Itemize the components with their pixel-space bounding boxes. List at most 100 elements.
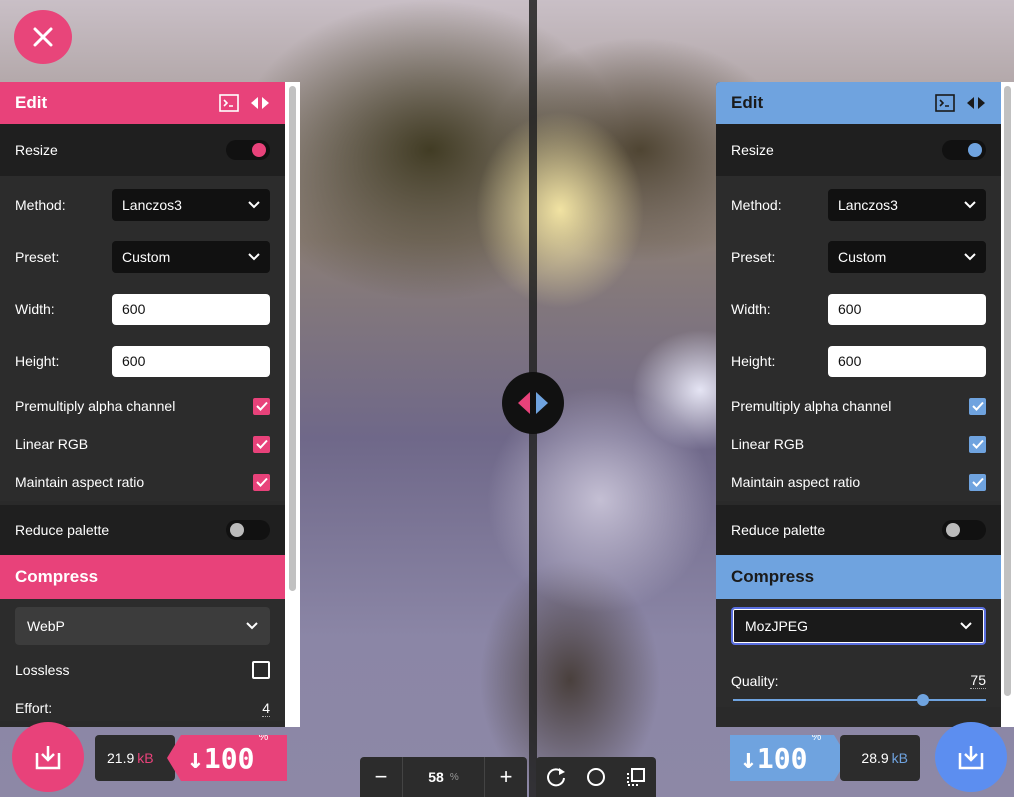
resize-label: Resize bbox=[15, 142, 58, 158]
aspect-checkbox[interactable] bbox=[253, 473, 270, 491]
toggle-knob bbox=[946, 523, 960, 537]
codec-value: WebP bbox=[27, 618, 65, 634]
reduce-palette-label: Reduce palette bbox=[15, 522, 110, 538]
aspect-checkbox[interactable] bbox=[969, 473, 986, 491]
checkmark-icon bbox=[971, 439, 984, 449]
toggle-knob bbox=[968, 143, 982, 157]
swap-arrows-icon bbox=[518, 392, 548, 414]
resize-row: Resize bbox=[0, 124, 285, 176]
download-left-button[interactable] bbox=[12, 722, 84, 792]
right-panel-scrollbar[interactable] bbox=[1001, 82, 1014, 727]
width-input[interactable]: 600 bbox=[112, 293, 270, 325]
terminal-icon[interactable] bbox=[219, 94, 239, 112]
right-percent-value: ↓100 bbox=[740, 741, 808, 775]
chevron-down-icon bbox=[248, 253, 260, 261]
left-options-panel: Edit Resize Method: Lanczos3 Preset: Cus… bbox=[0, 82, 285, 727]
chevron-down-icon bbox=[964, 201, 976, 209]
resize-toggle[interactable] bbox=[942, 140, 986, 160]
preset-value: Custom bbox=[838, 249, 887, 265]
height-row: Height: 600 bbox=[0, 335, 285, 387]
lossless-checkbox[interactable] bbox=[252, 661, 270, 679]
width-input[interactable]: 600 bbox=[828, 293, 986, 325]
width-row: Width: 600 bbox=[0, 283, 285, 335]
slider-thumb[interactable] bbox=[916, 694, 929, 706]
preset-select[interactable]: Custom bbox=[828, 241, 986, 273]
height-input[interactable]: 600 bbox=[828, 345, 986, 377]
zoom-value: 58 bbox=[428, 769, 444, 785]
method-select[interactable]: Lanczos3 bbox=[112, 189, 270, 221]
right-size-unit: kB bbox=[891, 750, 908, 766]
terminal-icon[interactable] bbox=[935, 94, 955, 112]
compress-options: MozJPEG Quality: 75 bbox=[716, 599, 1001, 707]
compress-header: Compress bbox=[716, 555, 1001, 599]
method-select[interactable]: Lanczos3 bbox=[828, 189, 986, 221]
premultiply-checkbox[interactable] bbox=[969, 397, 986, 415]
expand-arrows-icon[interactable] bbox=[965, 96, 987, 110]
left-file-size: 21.9 kB bbox=[95, 735, 175, 781]
reduce-palette-toggle[interactable] bbox=[226, 520, 270, 540]
preset-label: Preset: bbox=[15, 249, 60, 265]
edit-header: Edit bbox=[716, 82, 1001, 124]
chevron-down-icon bbox=[960, 622, 972, 630]
scrollbar-thumb[interactable] bbox=[289, 86, 296, 591]
codec-select[interactable]: MozJPEG bbox=[731, 607, 986, 645]
quality-label: Quality: bbox=[731, 673, 779, 689]
quality-slider[interactable] bbox=[733, 693, 986, 707]
left-panel-scrollbar[interactable] bbox=[285, 82, 300, 727]
height-input[interactable]: 600 bbox=[112, 345, 270, 377]
premultiply-checkbox[interactable] bbox=[253, 397, 270, 415]
resize-toggle[interactable] bbox=[226, 140, 270, 160]
method-value: Lanczos3 bbox=[122, 197, 182, 213]
linear-rgb-row: Linear RGB bbox=[716, 425, 1001, 463]
checkmark-icon bbox=[255, 401, 268, 411]
linear-rgb-checkbox[interactable] bbox=[969, 435, 986, 453]
checkmark-icon bbox=[255, 477, 268, 487]
effort-value[interactable]: 4 bbox=[262, 700, 270, 717]
zoom-in-button[interactable]: + bbox=[485, 757, 527, 797]
left-size-value: 21.9 bbox=[107, 750, 135, 766]
compress-options: WebP Lossless Effort: 4 bbox=[0, 599, 285, 721]
linear-rgb-label: Linear RGB bbox=[15, 436, 89, 452]
premultiply-row: Premultiply alpha channel bbox=[716, 387, 1001, 425]
zoom-level[interactable]: 58 % bbox=[402, 757, 485, 797]
width-row: Width: 600 bbox=[716, 283, 1001, 335]
left-size-unit: kB bbox=[137, 750, 154, 766]
preset-row: Preset: Custom bbox=[716, 231, 1001, 283]
chevron-down-icon bbox=[248, 201, 260, 209]
close-button[interactable] bbox=[14, 10, 72, 64]
right-options-panel: Edit Resize Method: Lanczos3 Preset: Cus… bbox=[716, 82, 1001, 727]
preset-label: Preset: bbox=[731, 249, 776, 265]
codec-value: MozJPEG bbox=[745, 618, 809, 634]
left-percent-value: ↓100 bbox=[187, 741, 255, 775]
copy-settings-icon[interactable] bbox=[625, 766, 647, 788]
codec-select[interactable]: WebP bbox=[15, 607, 270, 645]
close-icon bbox=[33, 27, 53, 47]
premultiply-label: Premultiply alpha channel bbox=[15, 398, 176, 414]
preset-select[interactable]: Custom bbox=[112, 241, 270, 273]
lossless-label: Lossless bbox=[15, 662, 70, 678]
download-icon bbox=[958, 746, 984, 770]
height-label: Height: bbox=[731, 353, 776, 369]
swap-sides-button[interactable] bbox=[502, 372, 564, 434]
linear-rgb-checkbox[interactable] bbox=[253, 435, 270, 453]
preset-row: Preset: Custom bbox=[0, 231, 285, 283]
download-right-button[interactable] bbox=[935, 722, 1007, 792]
download-icon bbox=[35, 746, 61, 770]
scrollbar-thumb[interactable] bbox=[1004, 86, 1011, 696]
circle-icon[interactable] bbox=[585, 766, 607, 788]
zoom-out-button[interactable]: − bbox=[360, 757, 402, 797]
reduce-palette-row: Reduce palette bbox=[0, 505, 285, 555]
checkmark-icon bbox=[971, 477, 984, 487]
quality-row: Quality: 75 bbox=[716, 645, 1001, 689]
method-value: Lanczos3 bbox=[838, 197, 898, 213]
expand-arrows-icon[interactable] bbox=[249, 96, 271, 110]
aspect-label: Maintain aspect ratio bbox=[731, 474, 861, 490]
premultiply-label: Premultiply alpha channel bbox=[731, 398, 892, 414]
linear-rgb-row: Linear RGB bbox=[0, 425, 285, 463]
quality-value[interactable]: 75 bbox=[970, 672, 986, 689]
rotate-icon[interactable] bbox=[545, 766, 567, 788]
resize-row: Resize bbox=[716, 124, 1001, 176]
chevron-down-icon bbox=[246, 622, 258, 630]
method-row: Method: Lanczos3 bbox=[0, 179, 285, 231]
reduce-palette-toggle[interactable] bbox=[942, 520, 986, 540]
